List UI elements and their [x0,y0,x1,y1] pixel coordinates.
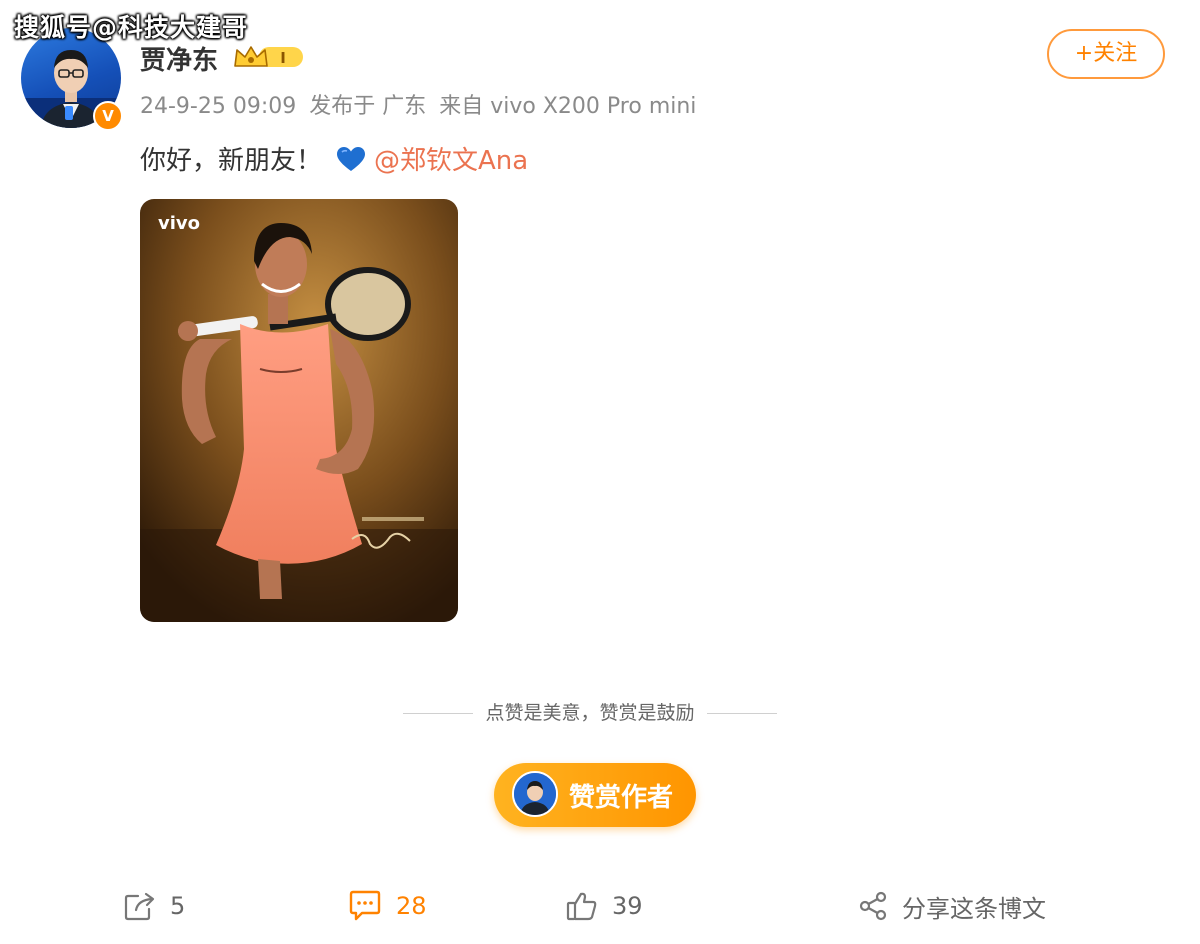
level-number: I [280,49,286,67]
repost-icon [124,892,155,921]
reward-avatar [512,771,558,817]
post-meta: 24-9-25 09:09 发布于 广东 来自 vivo X200 Pro mi… [140,88,702,120]
watermark: 搜狐号@科技大建哥 [14,13,249,42]
thumbs-up-icon [566,892,597,921]
reward-hint: 点赞是美意，赞赏是鼓励 [0,698,1180,725]
share-button[interactable]: 分享这条博文 [858,886,1046,926]
post-text: 你好，新朋友！ @郑钦文Ana [140,140,528,179]
divider-right [706,713,777,714]
reward-hint-text: 点赞是美意，赞赏是鼓励 [485,702,695,724]
reward-author-button[interactable]: 赞赏作者 [494,763,696,827]
crown-icon[interactable]: I [233,44,305,74]
divider-left [403,713,474,714]
comment-icon [349,890,381,921]
reward-button-label: 赞赏作者 [569,783,674,813]
repost-button[interactable]: 5 [124,886,185,926]
comment-count: 28 [396,892,427,920]
image-brand-logo: vivo [158,213,200,234]
like-button[interactable]: 39 [566,886,643,926]
post-image[interactable]: vivo [140,199,458,622]
share-label: 分享这条博文 [902,894,1046,923]
post-location: 发布于 广东 [309,94,427,119]
blue-heart-icon [336,146,366,179]
repost-count: 5 [170,892,186,920]
post-source[interactable]: 来自 vivo X200 Pro mini [439,94,696,119]
comment-button[interactable]: 28 [348,886,427,926]
author-name[interactable]: 贾净东 [140,40,218,77]
follow-button[interactable]: +关注 [1047,29,1165,79]
mention-link[interactable]: @郑钦文Ana [374,146,528,176]
post-body: 你好，新朋友！ [140,146,323,176]
post-datetime[interactable]: 24-9-25 09:09 [140,94,296,119]
verified-badge-icon: V [93,101,123,131]
like-count: 39 [612,892,643,920]
share-icon [859,891,887,921]
